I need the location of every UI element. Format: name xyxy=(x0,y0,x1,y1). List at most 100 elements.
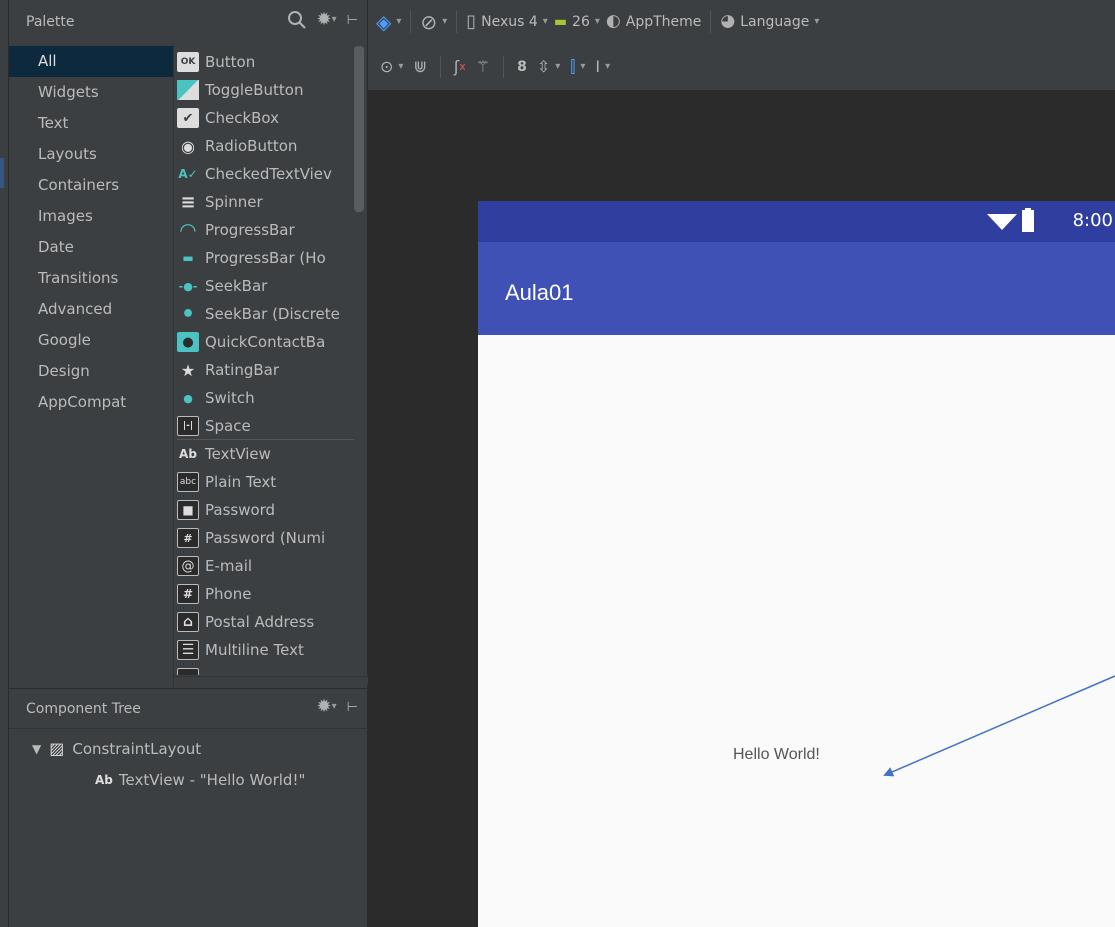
widget-label: Plain Text xyxy=(205,473,277,491)
textview-icon: Ab xyxy=(179,447,197,461)
widget-partial[interactable] xyxy=(177,664,354,675)
tree-node-textview[interactable]: Ab TextView - "Hello World!" xyxy=(95,771,305,789)
theme-button[interactable]: ◐ AppTheme xyxy=(606,13,701,30)
widget-radiobutton[interactable]: ◉ RadioButton xyxy=(177,132,354,160)
search-icon[interactable] xyxy=(287,10,307,30)
category-widgets[interactable]: Widgets xyxy=(9,77,173,108)
device-preview[interactable]: 8:00 Aula01 Hello World! xyxy=(478,201,1115,927)
widget-progressbar[interactable]: ◠ ProgressBar xyxy=(177,216,354,244)
toggle-button-icon xyxy=(177,80,199,100)
hide-panel-icon[interactable]: ⊢ xyxy=(347,701,358,714)
design-toolbar: ◈ ▾ ⊘ ▾ ▯ Nexus 4 ▾ ▬ 26 ▾ ◐ AppTheme ◕ Language… xyxy=(368,0,1115,43)
widget-textview[interactable]: Ab TextView xyxy=(177,440,354,468)
widget-checkedtextview[interactable]: A✓ CheckedTextViev xyxy=(177,160,354,188)
widget-togglebutton[interactable]: ToggleButton xyxy=(177,76,354,104)
widget-label: Password xyxy=(205,501,276,519)
lock-icon: ■ xyxy=(177,500,199,520)
widget-button[interactable]: OK Button xyxy=(177,48,354,76)
category-containers[interactable]: Containers xyxy=(9,170,173,201)
widget-spinner[interactable]: ≡ Spinner xyxy=(177,188,354,216)
widget-label: ProgressBar (Ho xyxy=(205,249,326,267)
widget-plain-text[interactable]: abc Plain Text xyxy=(177,468,354,496)
widget-switch[interactable]: ● Switch xyxy=(177,384,354,412)
widget-label: TextView xyxy=(205,445,271,463)
device-dropdown[interactable]: ▯ Nexus 4 ▾ xyxy=(466,12,548,31)
category-design[interactable]: Design xyxy=(9,356,173,387)
widget-label: SeekBar (Discrete xyxy=(205,305,340,323)
widget-quickcontactbadge[interactable]: ● QuickContactBa xyxy=(177,328,354,356)
palette-header: Palette ✹ ▾ ⊢ xyxy=(9,0,368,43)
palette-widget-list: OK Button ToggleButton ✔ CheckBox ◉ RadioBu… xyxy=(177,48,354,675)
category-text[interactable]: Text xyxy=(9,108,173,139)
widget-email[interactable]: @ E-mail xyxy=(177,552,354,580)
gear-icon[interactable]: ✹ ▾ xyxy=(317,11,337,29)
horizontal-progress-icon: ▬ xyxy=(182,251,194,265)
widget-label: QuickContactBa xyxy=(205,333,326,351)
panel-splitter[interactable] xyxy=(174,676,368,684)
star-icon: ★ xyxy=(180,360,196,380)
partial-widget-icon xyxy=(177,668,199,675)
textview-icon: Ab xyxy=(95,773,113,787)
widget-space[interactable]: |-| Space xyxy=(177,412,354,440)
hide-panel-icon[interactable]: ⊢ xyxy=(347,14,358,27)
hello-world-textview[interactable]: Hello World! xyxy=(733,746,820,764)
guidelines-dropdown[interactable]: Ⅰ ▾ xyxy=(595,56,610,76)
align-left-icon: ⫿ xyxy=(570,56,576,76)
api-level-dropdown[interactable]: ▬ 26 ▾ xyxy=(554,14,600,30)
widget-label: Button xyxy=(205,53,256,71)
widget-seekbar[interactable]: -●- SeekBar xyxy=(177,272,354,300)
widget-password-numeric[interactable]: # Password (Numi xyxy=(177,524,354,552)
theme-icon: ◐ xyxy=(605,11,621,31)
widget-checkbox[interactable]: ✔ CheckBox xyxy=(177,104,354,132)
widget-multiline-text[interactable]: ☰ Multiline Text xyxy=(177,636,354,664)
palette-scrollbar[interactable] xyxy=(354,46,364,212)
widget-label: Switch xyxy=(205,389,255,407)
tool-strip-marker xyxy=(0,158,4,188)
pack-dropdown[interactable]: ⇳ ▾ xyxy=(537,58,560,75)
language-dropdown[interactable]: ◕ Language ▾ xyxy=(720,13,819,30)
view-options-dropdown[interactable]: ⊙ ▾ xyxy=(380,58,403,75)
autoconnect-magnet-icon[interactable]: ⋓ xyxy=(413,58,426,75)
clear-constraints-icon[interactable]: ʃx xyxy=(454,58,466,75)
widget-label: CheckBox xyxy=(205,109,280,127)
widget-seekbar-discrete[interactable]: • SeekBar (Discrete xyxy=(177,300,354,328)
orientation-dropdown[interactable]: ⊘ ▾ xyxy=(420,12,447,32)
widget-password[interactable]: ■ Password xyxy=(177,496,354,524)
api-label: 26 xyxy=(572,13,590,30)
layers-icon: ◈ xyxy=(376,9,392,34)
tree-node-label: ConstraintLayout xyxy=(72,739,202,758)
category-layouts[interactable]: Layouts xyxy=(9,139,173,170)
guideline-icon: Ⅰ xyxy=(595,56,601,76)
widget-progressbar-horizontal[interactable]: ▬ ProgressBar (Ho xyxy=(177,244,354,272)
magic-wand-icon[interactable]: ⚚ xyxy=(476,58,490,75)
widget-postal-address[interactable]: ⌂ Postal Address xyxy=(177,608,354,636)
layout-toolbar: ⊙ ▾ ⋓ ʃx ⚚ 8 ⇳ ▾ ⫿ ▾ Ⅰ ▾ xyxy=(368,43,1115,91)
constraint-layout-icon: ▨ xyxy=(49,739,65,758)
palette-panel: Palette ✹ ▾ ⊢ All Widgets Text Layouts Co… xyxy=(9,0,368,688)
radio-button-icon: ◉ xyxy=(181,136,195,156)
gear-icon[interactable]: ✹ ▾ xyxy=(317,698,337,716)
category-google[interactable]: Google xyxy=(9,325,173,356)
widget-label: E-mail xyxy=(205,557,253,575)
widget-label: Password (Numi xyxy=(205,529,326,547)
expand-arrow-icon[interactable]: ▼ xyxy=(32,742,41,756)
default-margin-value[interactable]: 8 xyxy=(517,59,527,75)
widget-phone[interactable]: # Phone xyxy=(177,580,354,608)
category-transitions[interactable]: Transitions xyxy=(9,263,173,294)
tree-node-constraintlayout[interactable]: ▼ ▨ ConstraintLayout xyxy=(32,739,201,758)
plain-text-icon: abc xyxy=(177,472,199,492)
widget-label: Phone xyxy=(205,585,252,603)
category-appcompat[interactable]: AppCompat xyxy=(9,387,173,418)
category-images[interactable]: Images xyxy=(9,201,173,232)
category-all[interactable]: All xyxy=(9,46,173,77)
progress-bar-icon: ◠ xyxy=(180,218,196,242)
category-advanced[interactable]: Advanced xyxy=(9,294,173,325)
tree-node-label: TextView - "Hello World!" xyxy=(118,771,306,789)
left-tool-strip xyxy=(0,0,9,927)
email-icon: @ xyxy=(177,556,199,576)
widget-ratingbar[interactable]: ★ RatingBar xyxy=(177,356,354,384)
design-surface-dropdown[interactable]: ◈ ▾ xyxy=(376,12,401,32)
align-dropdown[interactable]: ⫿ ▾ xyxy=(570,56,585,76)
widget-label: Spinner xyxy=(205,193,263,211)
category-date[interactable]: Date xyxy=(9,232,173,263)
